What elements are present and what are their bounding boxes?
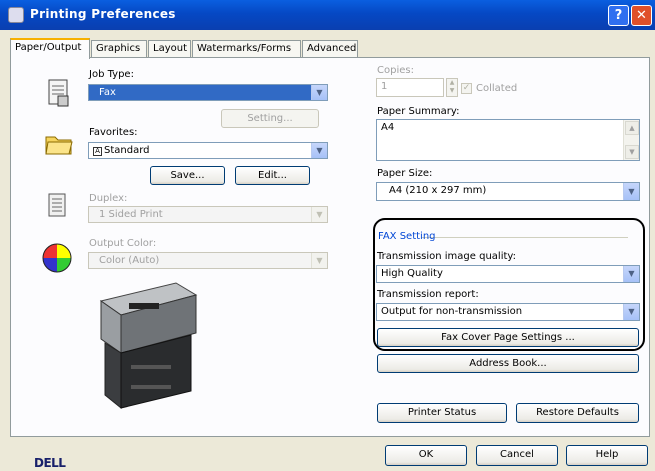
setting-button[interactable]: Setting...	[221, 109, 319, 128]
edit-button[interactable]: Edit...	[235, 166, 310, 185]
help-button[interactable]: Help	[566, 445, 648, 466]
chevron-down-icon: ▼	[311, 143, 327, 158]
close-button[interactable]: ✕	[631, 5, 652, 26]
paper-summary-box: A4 ▲ ▼	[376, 119, 640, 161]
copies-spinner[interactable]: ▲ ▼	[446, 78, 458, 97]
job-type-label: Job Type:	[89, 69, 134, 80]
paper-size-select[interactable]: A4 (210 x 297 mm) ▼	[376, 182, 640, 201]
fax-cover-page-settings-button[interactable]: Fax Cover Page Settings ...	[377, 328, 639, 347]
copies-label: Copies:	[377, 65, 414, 76]
cancel-button[interactable]: Cancel	[476, 445, 558, 466]
collated-label: Collated	[476, 83, 518, 94]
transmission-quality-select[interactable]: High Quality ▼	[376, 265, 640, 283]
collated-checkbox[interactable]: ✓	[461, 83, 472, 94]
paper-size-label: Paper Size:	[377, 168, 433, 179]
transmission-quality-label: Transmission image quality:	[377, 251, 516, 262]
transmission-report-label: Transmission report:	[377, 289, 479, 300]
tab-strip: Paper/Output Graphics Layout Watermarks/…	[10, 38, 650, 59]
duplex-label: Duplex:	[89, 193, 128, 204]
job-type-select[interactable]: Fax ▼	[88, 84, 328, 101]
chevron-down-icon: ▼	[623, 304, 639, 320]
tab-graphics[interactable]: Graphics	[91, 40, 147, 58]
save-button[interactable]: Save...	[150, 166, 225, 185]
paper-summary-value: A4	[381, 122, 395, 133]
copies-value: 1	[381, 81, 388, 92]
duplex-icon	[48, 193, 66, 217]
paper-summary-label: Paper Summary:	[377, 106, 460, 117]
title-bar[interactable]: Printing Preferences ? ✕	[0, 0, 655, 30]
copies-field[interactable]: 1	[376, 78, 444, 97]
output-color-label: Output Color:	[89, 238, 157, 249]
scroll-up-icon[interactable]: ▲	[625, 121, 639, 135]
paper-summary-scrollbar[interactable]: ▲ ▼	[623, 120, 639, 160]
chevron-down-icon: ▼	[311, 85, 327, 100]
transmission-report-value: Output for non-transmission	[381, 306, 523, 317]
favorites-value: Standard	[104, 145, 150, 156]
tab-layout[interactable]: Layout	[148, 40, 191, 58]
duplex-select[interactable]: 1 Sided Print ▼	[88, 206, 328, 223]
duplex-value: 1 Sided Print	[99, 209, 163, 220]
paper-output-panel: Job Type: Fax ▼ Setting... Favorites: A St…	[10, 57, 650, 470]
fax-setting-group-label: FAX Setting	[378, 231, 436, 242]
standard-icon: A	[93, 147, 102, 156]
scroll-down-icon[interactable]: ▼	[625, 145, 639, 159]
transmission-report-select[interactable]: Output for non-transmission ▼	[376, 303, 640, 321]
chevron-down-icon: ▼	[623, 266, 639, 282]
chevron-down-icon: ▼	[311, 253, 327, 268]
tab-watermarks-forms[interactable]: Watermarks/Forms	[192, 40, 301, 58]
fax-group-line	[421, 237, 628, 238]
chevron-down-icon: ▼	[623, 183, 639, 200]
favorites-select[interactable]: A Standard ▼	[88, 142, 328, 159]
ok-button[interactable]: OK	[385, 445, 467, 466]
printer-icon	[8, 7, 24, 23]
output-color-select[interactable]: Color (Auto) ▼	[88, 252, 328, 269]
transmission-quality-value: High Quality	[381, 268, 443, 279]
color-wheel-icon	[42, 243, 72, 273]
address-book-button[interactable]: Address Book...	[377, 354, 639, 373]
printing-preferences-window: Printing Preferences ? ✕ Paper/Output Gr…	[0, 0, 655, 471]
restore-defaults-button[interactable]: Restore Defaults	[516, 403, 639, 423]
tab-paper-output[interactable]: Paper/Output	[10, 38, 90, 59]
printer-status-button[interactable]: Printer Status	[377, 403, 507, 423]
printer-image	[99, 282, 198, 410]
favorites-folder-icon	[45, 136, 73, 155]
help-title-button[interactable]: ?	[608, 5, 629, 26]
paper-size-value: A4 (210 x 297 mm)	[389, 185, 487, 196]
tab-advanced[interactable]: Advanced	[302, 40, 358, 58]
output-color-value: Color (Auto)	[99, 255, 160, 266]
favorites-label: Favorites:	[89, 127, 138, 138]
window-title: Printing Preferences	[30, 7, 176, 21]
chevron-down-icon: ▼	[311, 207, 327, 222]
dell-logo: DELL	[34, 456, 66, 470]
job-type-icon	[48, 79, 69, 107]
job-type-value: Fax	[99, 87, 116, 98]
